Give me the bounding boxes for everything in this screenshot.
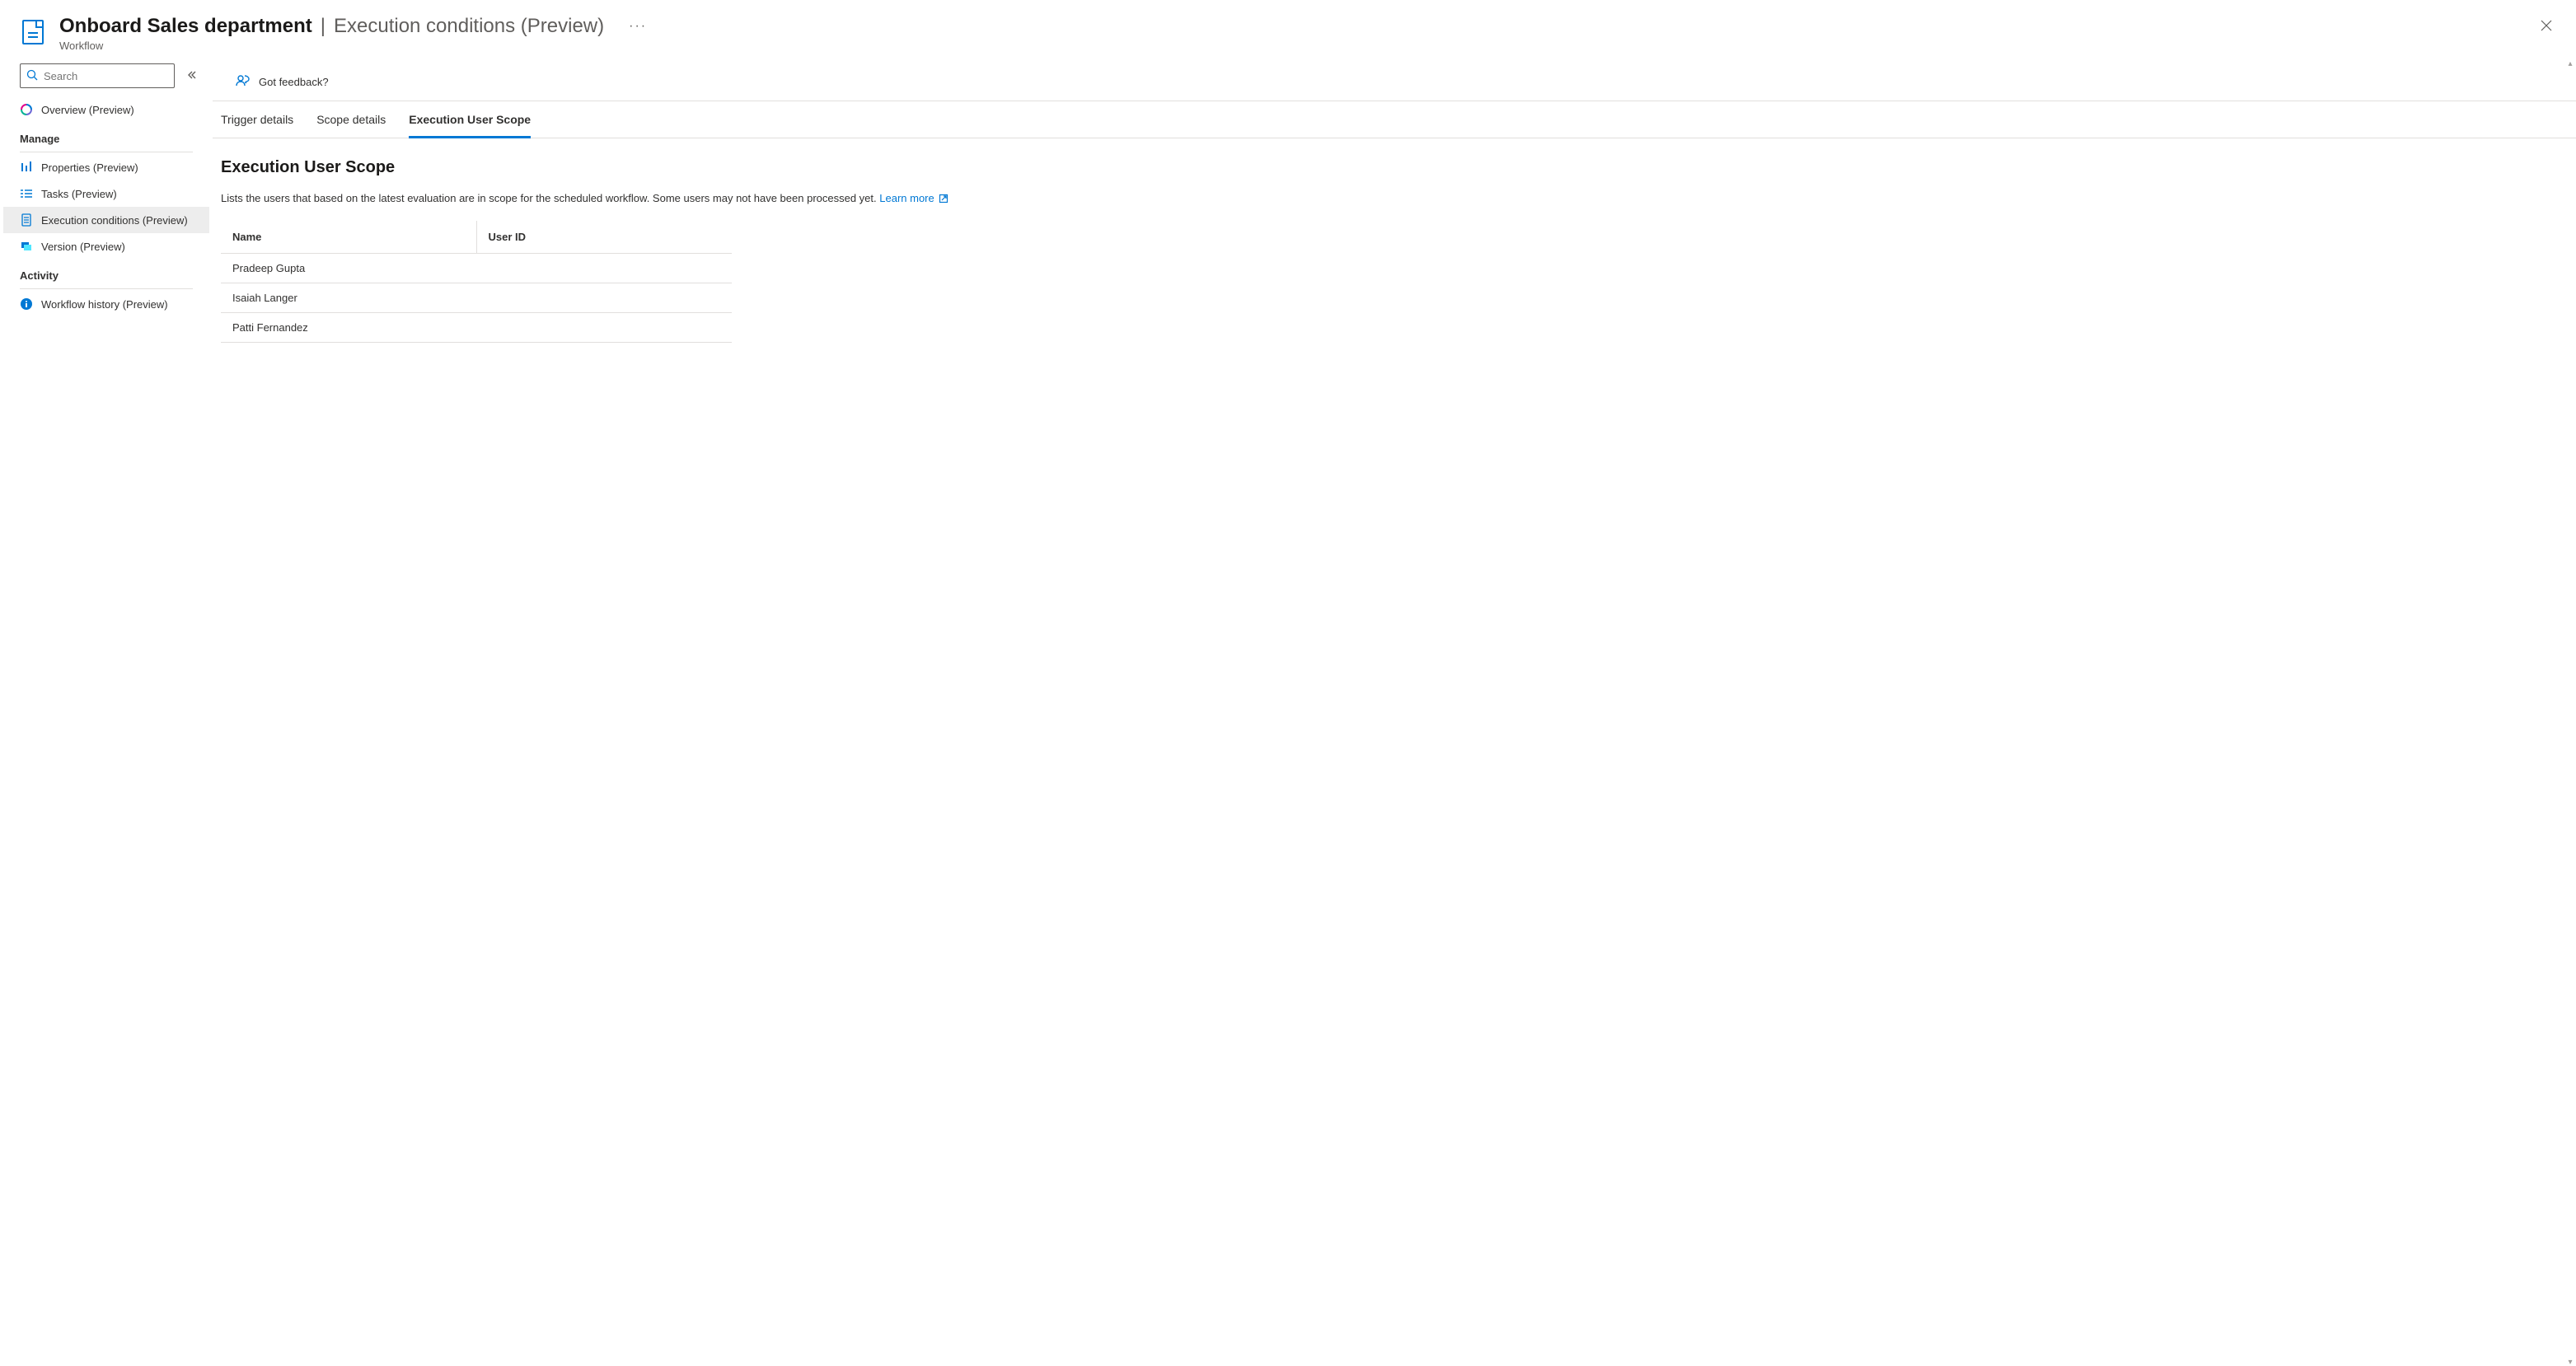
version-icon xyxy=(20,240,33,253)
cell-name: Pradeep Gupta xyxy=(221,254,476,283)
cell-userid xyxy=(476,283,732,313)
tab-scope-details[interactable]: Scope details xyxy=(316,101,386,138)
close-icon xyxy=(2540,19,2553,32)
sidebar-item-label: Properties (Preview) xyxy=(41,161,138,174)
cell-userid xyxy=(476,313,732,343)
search-icon xyxy=(26,69,38,83)
table-row[interactable]: Patti Fernandez xyxy=(221,313,732,343)
sidebar-item-label: Overview (Preview) xyxy=(41,104,134,116)
section-title: Execution User Scope xyxy=(221,158,2568,177)
sidebar-item-version[interactable]: Version (Preview) xyxy=(3,233,209,260)
main-content: Got feedback? Trigger details Scope deta… xyxy=(213,63,2576,1366)
table-header-userid[interactable]: User ID xyxy=(476,221,732,254)
cell-name: Isaiah Langer xyxy=(221,283,476,313)
table-row[interactable]: Isaiah Langer xyxy=(221,283,732,313)
external-link-icon xyxy=(939,194,948,203)
title-separator: | xyxy=(321,15,326,38)
sidebar-item-workflow-history[interactable]: Workflow history (Preview) xyxy=(3,291,209,317)
collapse-sidebar-button[interactable] xyxy=(183,66,201,87)
sidebar-item-tasks[interactable]: Tasks (Preview) xyxy=(3,180,209,207)
scroll-down-icon[interactable]: ▾ xyxy=(2566,1358,2574,1366)
workflow-document-icon xyxy=(20,18,48,46)
table-header-name[interactable]: Name xyxy=(221,221,476,254)
cell-name: Patti Fernandez xyxy=(221,313,476,343)
search-field[interactable] xyxy=(20,63,175,88)
page-header: Onboard Sales department | Execution con… xyxy=(0,0,2576,63)
page-subtitle: Execution conditions (Preview) xyxy=(334,15,604,38)
section-description: Lists the users that based on the latest… xyxy=(221,192,2568,204)
sidebar-item-overview[interactable]: Overview (Preview) xyxy=(3,96,209,123)
cell-userid xyxy=(476,254,732,283)
learn-more-link[interactable]: Learn more xyxy=(879,192,948,204)
feedback-bar[interactable]: Got feedback? xyxy=(213,63,2576,101)
table-row[interactable]: Pradeep Gupta xyxy=(221,254,732,283)
scroll-up-icon[interactable]: ▴ xyxy=(2566,59,2574,68)
sidebar: Overview (Preview) Manage Properties (Pr… xyxy=(0,63,213,1366)
sidebar-section-manage: Manage xyxy=(3,123,209,150)
page-title: Onboard Sales department xyxy=(59,15,312,38)
close-button[interactable] xyxy=(2538,18,2555,35)
feedback-icon xyxy=(236,73,251,91)
sidebar-section-activity: Activity xyxy=(3,260,209,287)
chevron-double-left-icon xyxy=(186,69,198,81)
sidebar-item-properties[interactable]: Properties (Preview) xyxy=(3,154,209,180)
sidebar-item-label: Tasks (Preview) xyxy=(41,188,117,200)
tab-execution-user-scope[interactable]: Execution User Scope xyxy=(409,101,531,138)
breadcrumb: Workflow xyxy=(59,40,2556,52)
feedback-label: Got feedback? xyxy=(259,76,329,88)
sidebar-item-label: Version (Preview) xyxy=(41,241,125,253)
sidebar-item-execution-conditions[interactable]: Execution conditions (Preview) xyxy=(3,207,209,233)
overview-icon xyxy=(20,103,33,116)
user-scope-table: Name User ID Pradeep Gupta Isaiah Langer xyxy=(221,221,732,343)
properties-icon xyxy=(20,161,33,174)
tab-trigger-details[interactable]: Trigger details xyxy=(221,101,293,138)
more-actions-button[interactable]: ··· xyxy=(629,19,647,34)
tabs: Trigger details Scope details Execution … xyxy=(213,101,2576,138)
sidebar-item-label: Workflow history (Preview) xyxy=(41,298,168,311)
divider xyxy=(20,288,193,289)
scrollbar[interactable]: ▴ ▾ xyxy=(2563,59,2576,1366)
info-icon xyxy=(20,297,33,311)
search-input[interactable] xyxy=(21,64,174,87)
sidebar-item-label: Execution conditions (Preview) xyxy=(41,214,188,227)
document-icon xyxy=(20,213,33,227)
tasks-icon xyxy=(20,187,33,200)
